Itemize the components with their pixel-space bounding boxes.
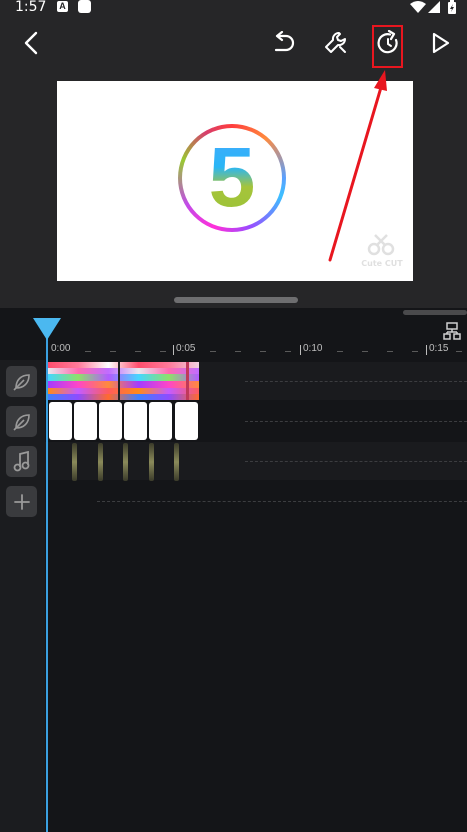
- tick-minor: [160, 351, 166, 352]
- leaf-icon: [12, 413, 30, 431]
- status-bar: 1:57 A: [0, 0, 467, 16]
- wrench-icon: [325, 31, 347, 53]
- tick-minor: [362, 351, 368, 352]
- annotation-arrow: [328, 70, 387, 262]
- white-clip[interactable]: [175, 402, 198, 440]
- tick-label: 0:00: [51, 343, 71, 354]
- clip-stripe: [48, 374, 199, 381]
- music-note-icon: [13, 450, 29, 471]
- clip-stripe: [48, 394, 199, 400]
- add-track-row[interactable]: [45, 482, 467, 520]
- audio-track[interactable]: [45, 442, 467, 480]
- track-divider: [245, 461, 467, 462]
- tick-minor: [285, 351, 291, 352]
- redo-highlight-box: [372, 25, 403, 68]
- undo-button[interactable]: [266, 26, 300, 60]
- video-clip[interactable]: [48, 362, 199, 400]
- white-clip[interactable]: [99, 402, 122, 440]
- clip-frame-divider: [118, 362, 120, 400]
- tick-minor: [387, 351, 393, 352]
- audio-clip[interactable]: [174, 443, 179, 481]
- signal-icon: [428, 1, 440, 13]
- clip-end-handle[interactable]: [186, 362, 189, 400]
- back-button[interactable]: [14, 26, 48, 60]
- panel-resize-handle[interactable]: [174, 297, 298, 303]
- chevron-left-icon: [24, 31, 38, 55]
- tick-label: 0:10: [303, 343, 323, 354]
- clip-stripe: [48, 381, 199, 388]
- play-button[interactable]: [423, 26, 457, 60]
- tick-mark: [300, 345, 301, 355]
- audio-track-toggle[interactable]: [6, 446, 37, 477]
- audio-clip[interactable]: [149, 443, 154, 481]
- playhead-line[interactable]: [46, 333, 48, 832]
- track-1-toggle[interactable]: [6, 366, 37, 397]
- track-2-toggle[interactable]: [6, 406, 37, 437]
- track-divider: [97, 501, 467, 502]
- notification-a-icon: A: [57, 1, 68, 12]
- play-icon: [432, 32, 450, 54]
- battery-icon: [448, 0, 456, 14]
- tick-label: 0:15: [429, 343, 449, 354]
- playhead-handle[interactable]: [33, 318, 61, 340]
- audio-clip[interactable]: [123, 443, 128, 481]
- white-clip[interactable]: [124, 402, 147, 440]
- plus-icon: [13, 493, 30, 510]
- tick-minor: [110, 351, 116, 352]
- track-divider: [245, 421, 467, 422]
- tick-minor: [260, 351, 266, 352]
- audio-clip[interactable]: [98, 443, 103, 481]
- add-track-button[interactable]: [6, 486, 37, 517]
- white-clip[interactable]: [49, 402, 72, 440]
- tick-minor: [337, 351, 343, 352]
- audio-clip[interactable]: [72, 443, 77, 481]
- tools-button[interactable]: [319, 26, 353, 60]
- leaf-icon: [12, 373, 30, 391]
- white-clip[interactable]: [74, 402, 97, 440]
- track-divider: [245, 381, 467, 382]
- tick-mark: [173, 345, 174, 355]
- status-time: 1:57: [15, 0, 47, 15]
- undo-icon: [274, 31, 295, 52]
- tick-mark: [426, 345, 427, 355]
- tick-minor: [210, 351, 216, 352]
- tick-minor: [412, 351, 418, 352]
- tick-minor: [135, 351, 141, 352]
- track-layout-icon[interactable]: [443, 322, 461, 340]
- wifi-icon: [410, 1, 426, 13]
- notification-square-icon: [78, 0, 91, 13]
- tick-label: 0:05: [176, 343, 196, 354]
- countdown-number: 5: [178, 127, 286, 227]
- tick-minor: [456, 351, 462, 352]
- tick-minor: [85, 351, 91, 352]
- tick-minor: [235, 351, 241, 352]
- white-clip[interactable]: [149, 402, 172, 440]
